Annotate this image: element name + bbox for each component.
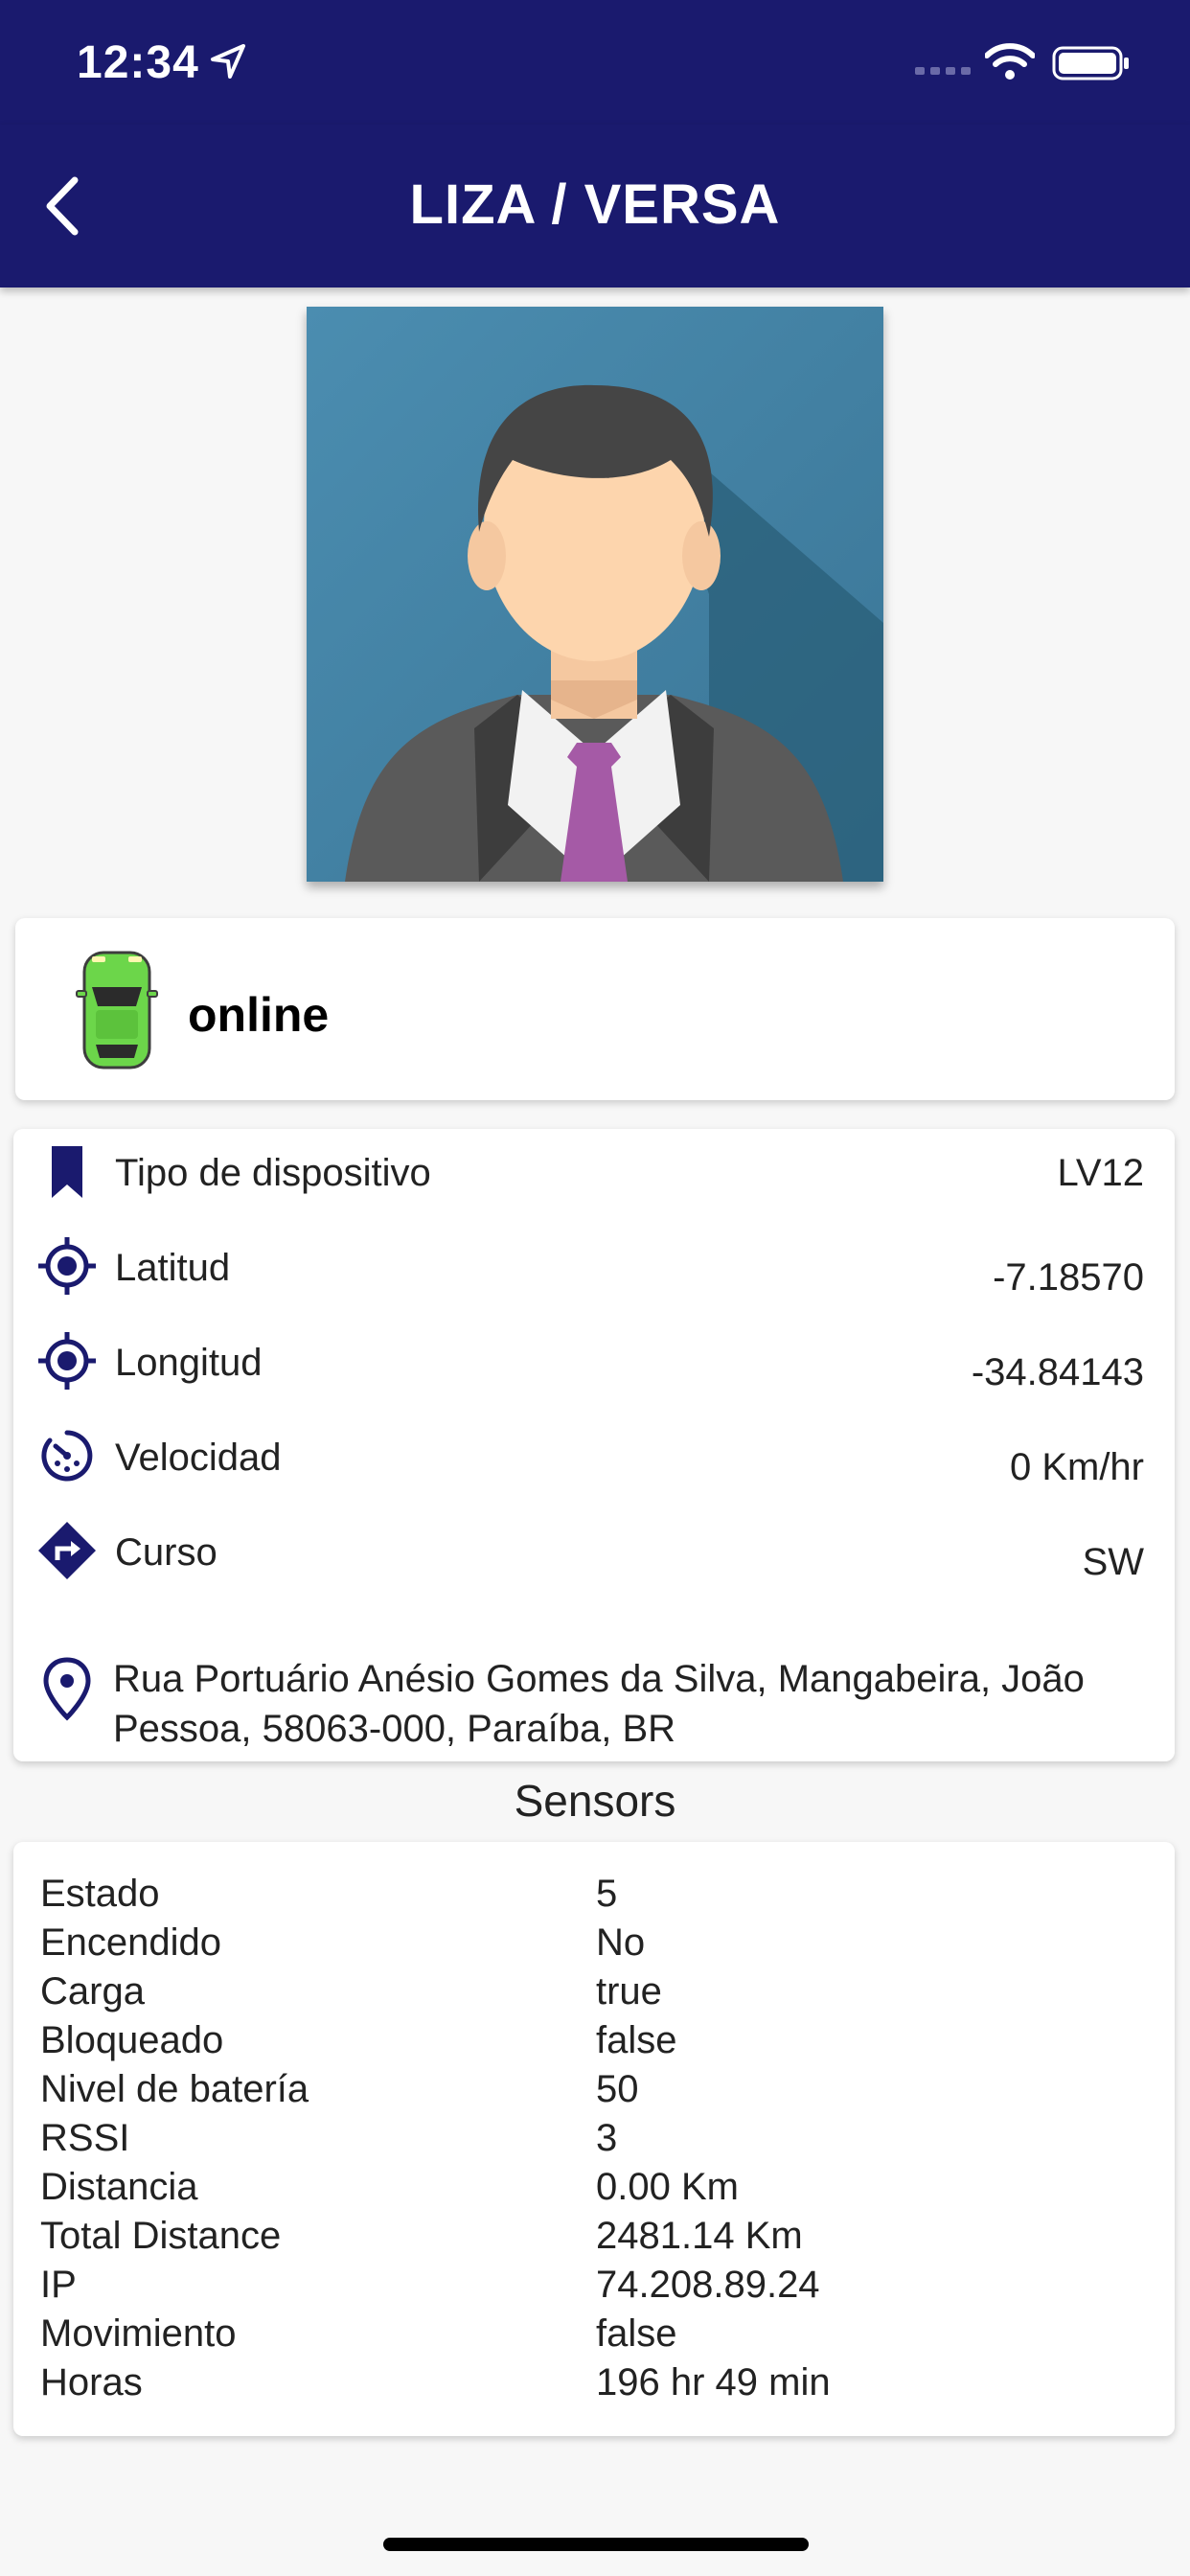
sensors-heading: Sensors	[514, 1776, 676, 1826]
sensor-key: Horas	[40, 2361, 143, 2404]
info-label: Latitud	[115, 1247, 231, 1289]
info-value: SW	[1082, 1541, 1144, 1583]
sensor-key: Encendido	[40, 1921, 222, 1964]
sensor-row: Distancia 0.00 Km	[13, 2166, 1175, 2215]
sensor-value: 0.00 Km	[596, 2166, 739, 2208]
sensor-value: No	[596, 1921, 646, 1964]
status-time: 12:34	[77, 37, 199, 88]
vehicle-status-card[interactable]: online	[15, 918, 1175, 1100]
sensor-row: RSSI 3	[13, 2117, 1175, 2166]
sensor-row: Movimiento false	[13, 2312, 1175, 2361]
sensor-value: 3	[596, 2117, 618, 2159]
bookmark-icon	[52, 1146, 82, 1198]
page-title: LIZA / VERSA	[409, 173, 781, 236]
sensor-row: Carga true	[13, 1970, 1175, 2019]
sensor-value: false	[596, 2312, 677, 2355]
status-label: online	[188, 988, 330, 1042]
sensor-key: Movimiento	[40, 2312, 237, 2355]
crosshair-icon	[38, 1237, 96, 1295]
info-value: -34.84143	[971, 1351, 1144, 1393]
sensor-value: 5	[596, 1873, 618, 1915]
info-value: -7.18570	[993, 1256, 1144, 1299]
sensor-key: Bloqueado	[40, 2019, 224, 2061]
address-text: Rua Portuário Anésio Gomes da Silva, Man…	[113, 1658, 1085, 1750]
sensor-key: Estado	[40, 1873, 160, 1915]
sensor-row: Nivel de batería 50	[13, 2068, 1175, 2117]
sensor-row: Encendido No	[13, 1921, 1175, 1970]
sensor-key: Carga	[40, 1970, 145, 2012]
sensor-key: Nivel de batería	[40, 2068, 309, 2110]
info-label: Velocidad	[115, 1437, 282, 1479]
sensor-value: 196 hr 49 min	[596, 2361, 831, 2404]
sensor-value: 50	[596, 2068, 639, 2110]
sensor-row: IP 74.208.89.24	[13, 2264, 1175, 2312]
info-value: LV12	[1057, 1152, 1144, 1194]
info-row-device-type: Tipo de dispositivo LV12	[13, 1133, 1175, 1209]
sensor-key: Total Distance	[40, 2215, 282, 2257]
sensor-key: IP	[40, 2264, 77, 2306]
info-label: Tipo de dispositivo	[115, 1152, 431, 1194]
sensor-key: Distancia	[40, 2166, 198, 2208]
sensor-key: RSSI	[40, 2117, 130, 2159]
direction-sign-icon	[38, 1522, 96, 1579]
info-row-course: Curso SW	[13, 1512, 1175, 1589]
sensor-row: Horas 196 hr 49 min	[13, 2361, 1175, 2410]
info-label: Curso	[115, 1531, 217, 1574]
sensor-value: 2481.14 Km	[596, 2215, 803, 2257]
sensors-card: Estado 5 Encendido No Carga true Bloqueado f…	[13, 1842, 1175, 2436]
home-indicator[interactable]	[383, 2538, 809, 2551]
info-value: 0 Km/hr	[1009, 1446, 1144, 1488]
info-row-speed: Velocidad 0 Km/hr	[13, 1417, 1175, 1494]
device-info-card: Tipo de dispositivo LV12 Latitud -7.1857…	[13, 1129, 1175, 1761]
sensor-row: Total Distance 2481.14 Km	[13, 2215, 1175, 2264]
car-icon	[76, 951, 158, 1070]
sensor-value: true	[596, 1970, 662, 2012]
battery-icon	[1052, 46, 1129, 80]
status-bar: 12:34	[0, 0, 1190, 125]
sensor-row: Bloqueado false	[13, 2019, 1175, 2068]
sensor-row: Estado 5	[13, 1873, 1175, 1921]
cellular-signal-icon	[915, 67, 971, 75]
wifi-icon	[985, 43, 1035, 80]
sensor-value: false	[596, 2019, 677, 2061]
driver-avatar	[307, 307, 883, 882]
location-arrow-icon	[211, 44, 245, 79]
speedometer-icon	[41, 1430, 93, 1482]
info-row-longitude: Longitud -34.84143	[13, 1322, 1175, 1399]
info-row-latitude: Latitud -7.18570	[13, 1228, 1175, 1304]
map-pin-icon	[43, 1657, 91, 1721]
person-avatar-icon	[307, 307, 883, 882]
info-label: Longitud	[115, 1342, 263, 1384]
sensor-value: 74.208.89.24	[596, 2264, 820, 2306]
crosshair-icon	[38, 1332, 96, 1390]
